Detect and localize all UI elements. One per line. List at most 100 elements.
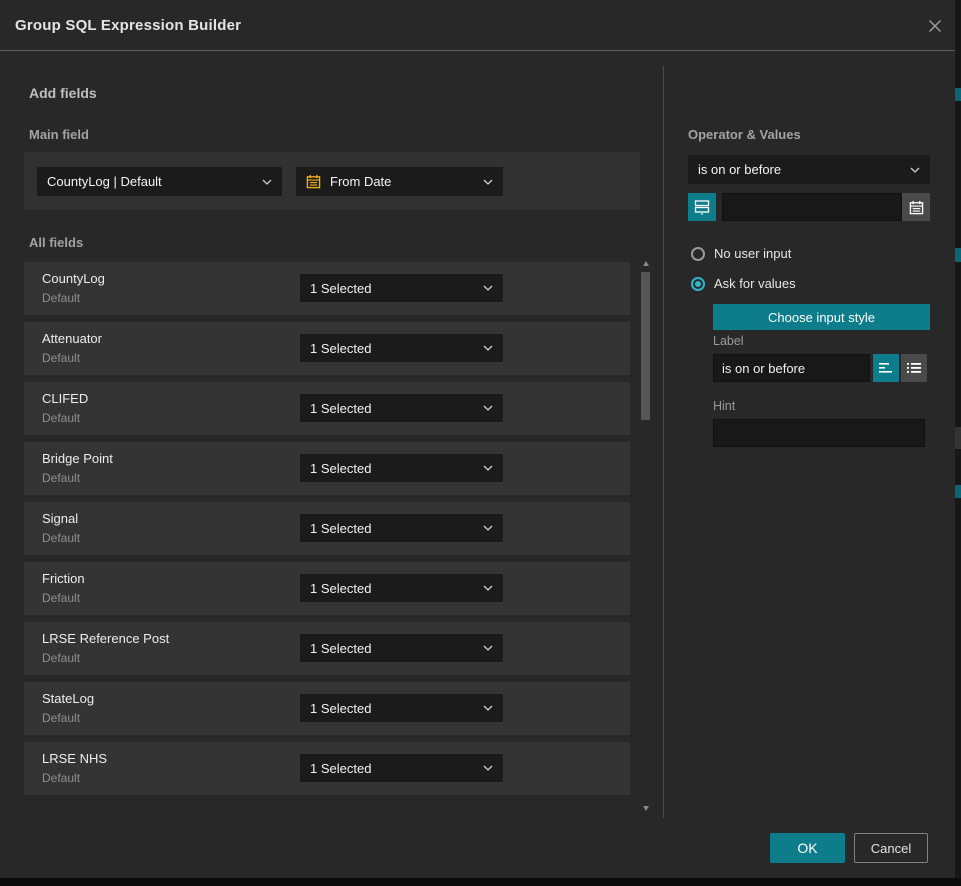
main-field-select[interactable]: From Date [296,167,503,196]
edge-accent-fragment [955,248,961,262]
underlying-app-edge [955,0,961,878]
field-row: LRSE NHS Default 1 Selected [24,742,630,795]
chevron-down-icon [483,705,493,711]
scrollbar-thumb[interactable] [641,272,650,420]
radio-no-user-input[interactable]: No user input [691,246,791,261]
field-name: Bridge Point [42,451,113,466]
chevron-down-icon [483,525,493,531]
chevron-down-icon [483,179,493,185]
close-icon [927,18,943,34]
chevron-down-icon [483,585,493,591]
main-field-label: Main field [29,127,89,142]
all-fields-label: All fields [29,235,83,250]
field-name: Attenuator [42,331,102,346]
field-row: LRSE Reference Post Default 1 Selected [24,622,630,675]
hint-input[interactable] [713,419,925,447]
field-selected-dropdown[interactable]: 1 Selected [300,694,503,722]
radio-ask-for-values-label: Ask for values [714,276,796,291]
field-row: Attenuator Default 1 Selected [24,322,630,375]
field-name: Friction [42,571,85,586]
field-layer: Default [42,591,80,605]
field-name: CLIFED [42,391,88,406]
close-button[interactable] [926,17,944,35]
label-style-list-button[interactable] [901,354,927,382]
field-row: StateLog Default 1 Selected [24,682,630,735]
calendar-icon [306,174,321,189]
dialog-title: Group SQL Expression Builder [15,17,241,34]
selected-count: 1 Selected [310,701,371,716]
choose-input-style-button[interactable]: Choose input style [713,304,930,330]
bulleted-list-icon [907,362,921,374]
field-row: Bridge Point Default 1 Selected [24,442,630,495]
edge-accent-fragment [955,485,961,498]
align-left-icon [879,362,893,374]
chevron-down-icon [483,405,493,411]
chevron-down-icon [483,345,493,351]
selected-count: 1 Selected [310,521,371,536]
selected-count: 1 Selected [310,461,371,476]
operator-select[interactable]: is on or before [688,155,930,184]
main-field-select-value: From Date [330,174,391,189]
label-field-label: Label [713,334,744,348]
radio-unselected-icon [691,247,705,261]
field-selected-dropdown[interactable]: 1 Selected [300,454,503,482]
field-name: LRSE NHS [42,751,107,766]
field-row: CLIFED Default 1 Selected [24,382,630,435]
chevron-down-icon [483,765,493,771]
label-style-text-button[interactable] [873,354,899,382]
field-selected-dropdown[interactable]: 1 Selected [300,334,503,362]
field-name: CountyLog [42,271,105,286]
field-row: Signal Default 1 Selected [24,502,630,555]
field-selected-dropdown[interactable]: 1 Selected [300,754,503,782]
field-name: LRSE Reference Post [42,631,169,646]
dialog-header: Group SQL Expression Builder [0,0,955,51]
operator-select-value: is on or before [698,162,781,177]
selected-count: 1 Selected [310,341,371,356]
radio-ask-for-values[interactable]: Ask for values [691,276,796,291]
field-row: Friction Default 1 Selected [24,562,630,615]
cancel-button[interactable]: Cancel [854,833,928,863]
label-input[interactable] [713,354,870,382]
fields-list-scrollbar[interactable] [641,258,651,814]
date-picker-button[interactable] [902,193,930,221]
selected-count: 1 Selected [310,401,371,416]
screen: Group SQL Expression Builder Add fields … [0,0,961,886]
main-layer-select[interactable]: CountyLog | Default [37,167,282,196]
ok-button[interactable]: OK [770,833,845,863]
field-row: CountyLog Default 1 Selected [24,262,630,315]
hint-field-label: Hint [713,399,735,413]
selected-count: 1 Selected [310,281,371,296]
selected-count: 1 Selected [310,761,371,776]
all-fields-list: CountyLog Default 1 Selected Attenuator … [24,262,630,802]
chevron-down-icon [910,167,920,173]
main-field-panel: CountyLog | Default From Date [24,152,640,210]
field-layer: Default [42,351,80,365]
value-mode-button[interactable] [688,193,716,221]
main-layer-select-value: CountyLog | Default [47,174,162,189]
field-selected-dropdown[interactable]: 1 Selected [300,634,503,662]
field-layer: Default [42,471,80,485]
add-fields-heading: Add fields [29,85,97,101]
chevron-down-icon [483,465,493,471]
calendar-icon [909,200,924,215]
field-layer: Default [42,531,80,545]
field-selected-dropdown[interactable]: 1 Selected [300,394,503,422]
scroll-up-arrow-icon[interactable] [643,261,649,266]
group-sql-expression-builder-dialog: Group SQL Expression Builder Add fields … [0,0,955,878]
selected-count: 1 Selected [310,641,371,656]
field-selected-dropdown[interactable]: 1 Selected [300,514,503,542]
field-layer: Default [42,771,80,785]
field-selected-dropdown[interactable]: 1 Selected [300,574,503,602]
chevron-down-icon [483,285,493,291]
field-name: Signal [42,511,78,526]
chevron-down-icon [483,645,493,651]
underlying-app-bottom [0,878,961,886]
field-layer: Default [42,411,80,425]
date-value-input[interactable] [722,193,902,221]
combobox-icon [694,199,710,215]
edge-gray-fragment [955,427,961,449]
radio-selected-icon [691,277,705,291]
field-selected-dropdown[interactable]: 1 Selected [300,274,503,302]
operator-values-heading: Operator & Values [688,127,801,142]
scroll-down-arrow-icon[interactable] [643,806,649,811]
